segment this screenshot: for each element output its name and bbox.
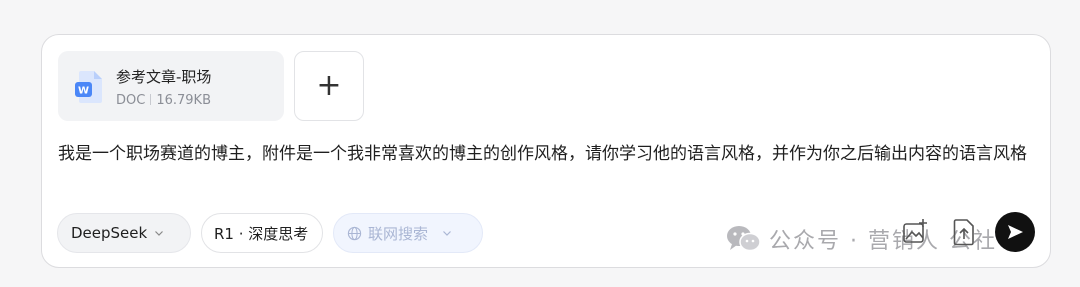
model-label: DeepSeek (71, 224, 148, 242)
model-selector[interactable]: DeepSeek (57, 213, 191, 253)
send-arrow-icon (1008, 225, 1023, 239)
chevron-down-icon (155, 231, 164, 236)
attachment-type: DOC (116, 93, 146, 108)
attachment-size: 16.79KB (156, 93, 211, 108)
word-doc-icon: W (75, 71, 102, 103)
add-attachment-button[interactable]: + (294, 51, 364, 121)
file-upload-icon[interactable] (951, 218, 977, 246)
globe-icon (347, 226, 362, 240)
chat-composer: W 参考文章-职场 DOC 16.79KB + 我是一个职场赛道的博主，附件是一个… (41, 34, 1051, 268)
wechat-icon (727, 226, 761, 252)
image-upload-icon[interactable] (902, 218, 928, 246)
web-search-toggle[interactable]: 联网搜索 (333, 213, 483, 253)
chevron-down-icon (443, 231, 451, 236)
send-button[interactable] (995, 212, 1035, 252)
deep-think-toggle[interactable]: R1 · 深度思考 (201, 213, 323, 253)
prompt-input[interactable]: 我是一个职场赛道的博主，附件是一个我非常喜欢的博主的创作风格，请你学习他的语言风… (58, 141, 1038, 168)
attachment-card[interactable]: W 参考文章-职场 DOC 16.79KB (58, 51, 284, 121)
attachment-name: 参考文章-职场 (116, 68, 212, 86)
svg-text:W: W (78, 86, 89, 97)
web-search-label: 联网搜索 (368, 224, 429, 243)
deep-think-label: R1 · 深度思考 (214, 224, 309, 243)
meta-divider (150, 94, 152, 105)
attachment-meta: DOC 16.79KB (116, 93, 211, 108)
